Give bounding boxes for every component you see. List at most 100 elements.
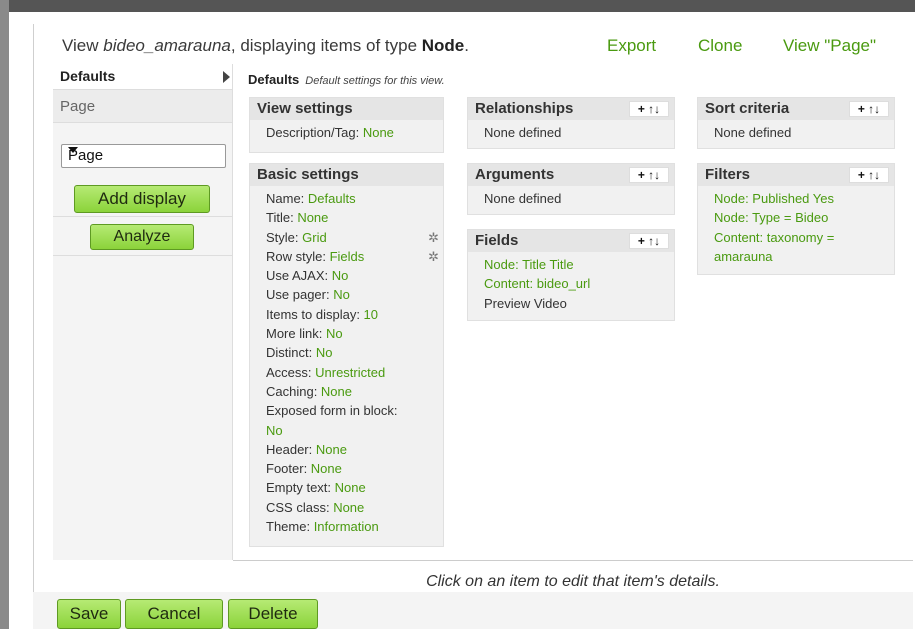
rearrange-icon[interactable]: ↑↓: [648, 168, 660, 182]
filter-item[interactable]: Node: Type = Bideo: [714, 208, 894, 227]
add-icon[interactable]: +: [858, 102, 865, 116]
basic-settings-item-value[interactable]: None: [333, 500, 364, 515]
basic-settings-item[interactable]: More link: No: [266, 324, 443, 343]
basic-settings-item-value[interactable]: Fields: [330, 249, 365, 264]
cancel-button[interactable]: Cancel: [125, 599, 223, 629]
basic-settings-item[interactable]: Access: Unrestricted: [266, 363, 443, 382]
basic-settings-item-label: Name:: [266, 191, 308, 206]
basic-settings-item-value[interactable]: No: [266, 423, 283, 438]
basic-settings-item-value[interactable]: No: [333, 287, 350, 302]
basic-settings-item-value[interactable]: Grid: [302, 230, 327, 245]
view-name: bideo_amarauna: [103, 36, 231, 55]
display-heading-title: Defaults: [248, 72, 300, 87]
basic-settings-item-value[interactable]: Information: [314, 519, 379, 534]
filters-box: Filters + ↑↓ Node: Published Yes Node: Typ…: [697, 163, 895, 275]
delete-button[interactable]: Delete: [228, 599, 318, 629]
field-item[interactable]: Node: Title Title: [484, 255, 674, 274]
save-button[interactable]: Save: [57, 599, 121, 629]
filter-item[interactable]: Node: Published Yes: [714, 189, 894, 208]
export-link[interactable]: Export: [607, 36, 656, 56]
basic-settings-title: Basic settings: [250, 164, 443, 186]
tab-defaults[interactable]: Defaults: [53, 64, 232, 89]
arguments-box: Arguments + ↑↓ None defined: [467, 163, 675, 215]
basic-settings-item-value[interactable]: None: [316, 442, 347, 457]
basic-settings-item[interactable]: Items to display: 10: [266, 305, 443, 324]
add-rearrange-controls[interactable]: + ↑↓: [849, 167, 889, 183]
rearrange-icon[interactable]: ↑↓: [648, 234, 660, 248]
basic-settings-item[interactable]: Style: Grid: [266, 228, 443, 247]
basic-settings-item[interactable]: Exposed form in block:: [266, 401, 443, 420]
rearrange-icon[interactable]: ↑↓: [648, 102, 660, 116]
basic-settings-item[interactable]: Distinct: No: [266, 343, 443, 362]
view-settings-item[interactable]: Description/Tag: None: [266, 123, 443, 142]
analyze-button[interactable]: Analyze: [90, 224, 194, 250]
gear-icon[interactable]: ✲: [428, 249, 439, 265]
view-settings-item-value[interactable]: None: [363, 125, 394, 140]
basic-settings-item-value[interactable]: None: [311, 461, 342, 476]
basic-settings-item-value[interactable]: 10: [364, 307, 378, 322]
view-settings-title: View settings: [250, 98, 443, 120]
add-rearrange-controls[interactable]: + ↑↓: [629, 233, 669, 249]
page-title: View bideo_amarauna, displaying items of…: [62, 36, 469, 55]
basic-settings-item[interactable]: Use AJAX: No: [266, 266, 443, 285]
basic-settings-item[interactable]: CSS class: None: [266, 498, 443, 517]
basic-settings-item-value[interactable]: None: [297, 210, 328, 225]
basic-settings-list: Name: Defaults Title: None Style: Grid Row …: [250, 186, 443, 542]
basic-settings-item[interactable]: Empty text: None: [266, 478, 443, 497]
add-rearrange-controls[interactable]: + ↑↓: [629, 101, 669, 117]
add-rearrange-controls[interactable]: + ↑↓: [629, 167, 669, 183]
basic-settings-item[interactable]: Use pager: No: [266, 285, 443, 304]
add-icon[interactable]: +: [858, 168, 865, 182]
view-page-link[interactable]: View "Page": [783, 36, 876, 56]
basic-settings-item[interactable]: No: [266, 421, 443, 440]
basic-settings-item-value[interactable]: Unrestricted: [315, 365, 385, 380]
basic-settings-item[interactable]: Title: None: [266, 208, 443, 227]
basic-settings-item[interactable]: Theme: Information: [266, 517, 443, 536]
add-icon[interactable]: +: [638, 234, 645, 248]
display-heading-description: Default settings for this view.: [305, 75, 445, 87]
triangle-right-icon: [223, 71, 230, 83]
basic-settings-item[interactable]: Row style: Fields: [266, 247, 443, 266]
filters-title: Filters + ↑↓: [698, 164, 894, 186]
relationships-title: Relationships + ↑↓: [468, 98, 674, 120]
filter-item[interactable]: Content: taxonomy =: [714, 228, 894, 247]
add-icon[interactable]: +: [638, 168, 645, 182]
clone-link[interactable]: Clone: [698, 36, 742, 56]
gear-icon[interactable]: ✲: [428, 230, 439, 246]
fields-list: Node: Title Title Content: bideo_url Previ…: [468, 252, 674, 319]
basic-settings-item-label: Row style:: [266, 248, 330, 264]
relationships-box: Relationships + ↑↓ None defined: [467, 97, 675, 149]
basic-settings-item-label: Use pager:: [266, 287, 334, 303]
display-type-select[interactable]: Page: [61, 144, 226, 168]
basic-settings-item[interactable]: Caching: None: [266, 382, 443, 401]
basic-settings-item[interactable]: Footer: None: [266, 459, 443, 478]
tab-page[interactable]: Page: [53, 89, 232, 123]
relationships-empty: None defined: [484, 125, 562, 140]
arguments-empty: None defined: [484, 191, 562, 206]
display-heading: Defaults Default settings for this view.: [248, 72, 445, 87]
basic-settings-item-value[interactable]: None: [321, 384, 352, 399]
basic-settings-item[interactable]: Header: None: [266, 440, 443, 459]
add-icon[interactable]: +: [638, 102, 645, 116]
basic-settings-item-value[interactable]: None: [335, 480, 366, 495]
view-settings-item-label: Description/Tag:: [266, 125, 363, 140]
basic-settings-item-label: Title:: [266, 210, 298, 226]
basic-settings-item-value[interactable]: No: [326, 326, 343, 341]
rearrange-icon[interactable]: ↑↓: [868, 168, 880, 182]
filter-item[interactable]: amarauna: [714, 247, 894, 266]
display-tabs: Defaults Page Page Add display Analyze: [53, 64, 233, 560]
basic-settings-item[interactable]: Name: Defaults: [266, 189, 443, 208]
add-display-button[interactable]: Add display: [74, 185, 210, 213]
field-item[interactable]: Preview Video: [484, 294, 674, 313]
basic-settings-item-value[interactable]: No: [316, 345, 333, 360]
analyze-section: Analyze: [53, 217, 232, 256]
basic-settings-item-label: Distinct:: [266, 345, 316, 361]
rearrange-icon[interactable]: ↑↓: [868, 102, 880, 116]
basic-settings-item-label: Footer:: [266, 461, 311, 477]
add-rearrange-controls[interactable]: + ↑↓: [849, 101, 889, 117]
basic-settings-item-value[interactable]: No: [332, 268, 349, 283]
field-item[interactable]: Content: bideo_url: [484, 274, 674, 293]
fields-title: Fields + ↑↓: [468, 230, 674, 252]
filters-list: Node: Published Yes Node: Type = Bideo Con…: [698, 186, 894, 272]
basic-settings-item-value[interactable]: Defaults: [308, 191, 356, 206]
